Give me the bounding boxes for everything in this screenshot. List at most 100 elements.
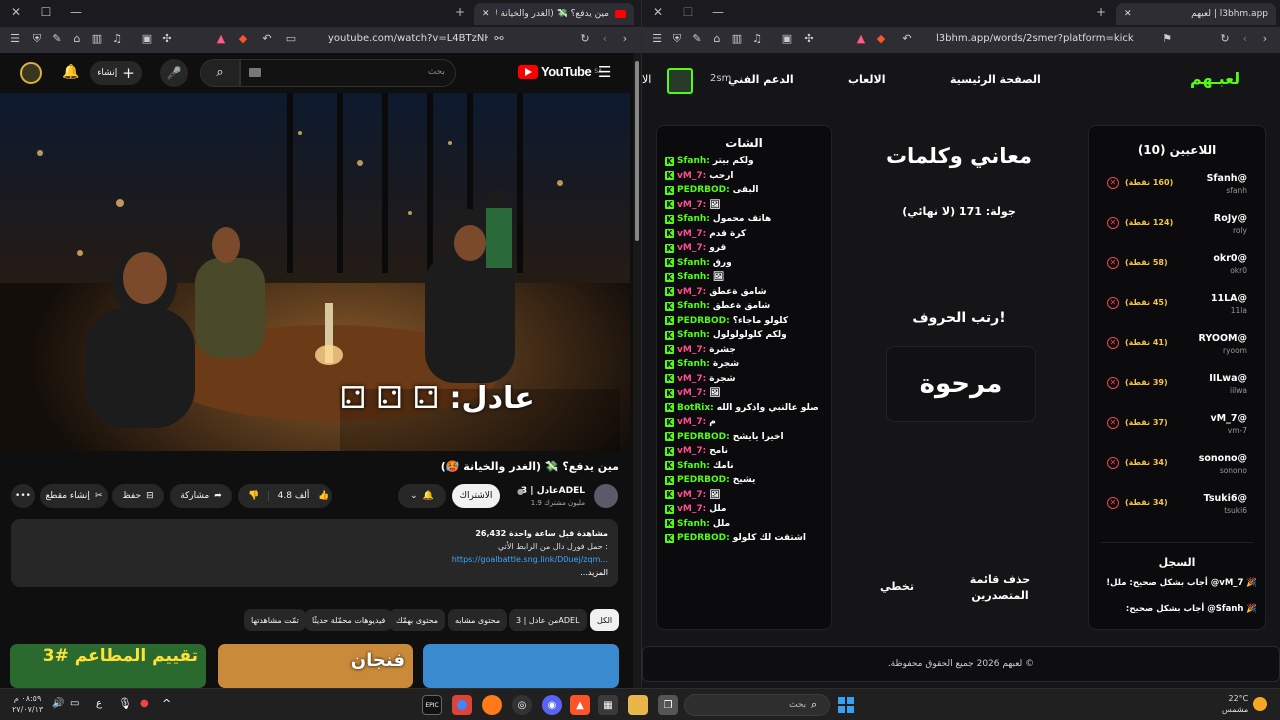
create-button[interactable]: إنشاء + (90, 61, 142, 85)
brave-shield-icon[interactable]: ◆ (236, 32, 250, 46)
chrome-icon[interactable] (452, 695, 472, 715)
chip-similar[interactable]: محتوى مشابه (448, 609, 508, 631)
nav-support[interactable]: الدعم الفني (728, 73, 794, 86)
remove-player-icon[interactable]: ✕ (1107, 377, 1119, 389)
rewards-icon[interactable]: ▲ (854, 32, 868, 46)
chat-username[interactable]: PEDRBOD: (677, 432, 730, 442)
volume-icon[interactable]: 🔊 (52, 698, 64, 709)
new-tab-icon[interactable]: + (452, 5, 468, 19)
maximize-icon[interactable]: ☐ (38, 5, 54, 19)
close-window-icon[interactable]: ✕ (650, 5, 666, 19)
chat-username[interactable]: Sfanh: (677, 258, 710, 268)
chat-username[interactable]: PEDRBOD: (677, 533, 730, 543)
subscribe-button[interactable]: الاشتراك (452, 484, 500, 508)
extension-icon[interactable]: ✎ (50, 32, 64, 46)
sidebar-icon[interactable]: ▥ (730, 32, 744, 46)
wallet-icon[interactable]: ▣ (780, 32, 794, 46)
tab-youtube[interactable]: ✕ مين يدفع؟ 💸 (الغدر والخيانة 🥵 (474, 3, 634, 25)
windows-start-icon[interactable] (836, 695, 856, 715)
channel-avatar-icon[interactable] (20, 62, 42, 84)
chip-from-channel[interactable]: من عادل | 3ADEL (509, 609, 587, 631)
epic-games-icon[interactable]: EPIC (422, 695, 442, 715)
reload-icon[interactable]: ↻ (578, 32, 592, 46)
chat-username[interactable]: PEDRBOD: (677, 475, 730, 485)
bookmark-icon[interactable]: ⌂ (710, 32, 724, 46)
taskbar-search[interactable]: ⌕ بحث (684, 694, 830, 716)
channel-name[interactable]: عادل | 3ADEL (521, 486, 585, 496)
chat-username[interactable]: vM_7: (677, 446, 706, 456)
description-box[interactable]: 26,432 مشاهدة قبل ساعة واحدة حمل فورل دا… (11, 519, 618, 587)
rewards-icon[interactable]: ▲ (214, 32, 228, 46)
chat-username[interactable]: Sfanh: (677, 330, 710, 340)
chat-username[interactable]: Sfanh: (677, 214, 710, 224)
weather-widget[interactable]: 22°C مشمس (1222, 693, 1248, 715)
chat-username[interactable]: Sfanh: (677, 461, 710, 471)
back-icon[interactable]: ‹ (1238, 32, 1252, 46)
clear-leaderboard-button[interactable]: حذف قائمة المتصدرين (960, 572, 1040, 604)
skip-button[interactable]: تخطي (872, 580, 922, 593)
chat-username[interactable]: Sfanh: (677, 272, 710, 282)
chat-username[interactable]: Sfanh: (677, 156, 710, 166)
shield-icon[interactable]: ⛨ (30, 32, 44, 46)
chat-username[interactable]: PEDRBOD: (677, 185, 730, 195)
scrollbar-thumb[interactable] (635, 61, 639, 241)
file-explorer-icon[interactable] (628, 695, 648, 715)
chat-username[interactable]: Sfanh: (677, 519, 710, 529)
share-page-icon[interactable]: ↶ (260, 32, 274, 46)
description-link[interactable]: https://goalbattle.sng.link/D0uej/zqm... (21, 553, 608, 566)
voice-search-button[interactable]: 🎤 (160, 59, 188, 87)
close-window-icon[interactable]: ✕ (8, 5, 24, 19)
chat-username[interactable]: vM_7: (677, 171, 706, 181)
puzzle-icon[interactable]: ✣ (802, 32, 816, 46)
tray-app-icon[interactable]: ● (140, 698, 149, 709)
more-actions-button[interactable]: ••• (11, 484, 35, 508)
maximize-icon[interactable]: ☐ (680, 5, 696, 19)
search-button[interactable]: ⌕ (200, 59, 240, 87)
video-thumbnail[interactable]: فنجان (218, 644, 413, 688)
chat-username[interactable]: vM_7: (677, 200, 706, 210)
chat-username[interactable]: BotRix: (677, 403, 714, 413)
chat-username[interactable]: vM_7: (677, 504, 706, 514)
chat-username[interactable]: vM_7: (677, 417, 706, 427)
remove-player-icon[interactable]: ✕ (1107, 257, 1119, 269)
video-thumbnail[interactable]: تقييم المطاعم #3 (10, 644, 206, 688)
save-button[interactable]: حفظ ⊟ (112, 484, 164, 508)
user-avatar[interactable] (667, 68, 693, 94)
new-tab-icon[interactable]: + (1093, 5, 1109, 19)
chat-username[interactable]: Sfanh: (677, 301, 710, 311)
remove-player-icon[interactable]: ✕ (1107, 177, 1119, 189)
obs-icon[interactable]: ◎ (512, 695, 532, 715)
minimize-icon[interactable]: — (68, 5, 84, 19)
tab-l3bhm[interactable]: ✕ لعبهم | l3bhm.app (1116, 3, 1276, 25)
nav-games[interactable]: الالعاب (848, 73, 886, 86)
minimize-icon[interactable]: — (710, 5, 726, 19)
nav-home[interactable]: الصفحة الرئيسية (950, 73, 1041, 86)
store-icon[interactable]: ▦ (598, 695, 618, 715)
search-input[interactable]: بحث (240, 59, 456, 87)
chat-username[interactable]: vM_7: (677, 490, 706, 500)
chat-username[interactable]: vM_7: (677, 243, 706, 253)
address-bar[interactable]: l3bhm.app/words/2smer?platform=kick (936, 33, 1136, 44)
notifications-icon[interactable]: 🔔 (62, 64, 79, 80)
cast-icon[interactable]: ▭ (284, 32, 298, 46)
music-icon[interactable]: ♫ (110, 32, 124, 46)
address-bar[interactable]: youtube.com/watch?v=L4BTzNHpHmc (328, 33, 488, 44)
video-player[interactable]: عادل: ⚁ ⚁ ⚁ (0, 93, 630, 451)
remove-player-icon[interactable]: ✕ (1107, 337, 1119, 349)
keyboard-icon[interactable] (249, 68, 261, 77)
network-icon[interactable]: ▭ (70, 698, 79, 709)
extension-icon[interactable]: ✎ (690, 32, 704, 46)
puzzle-icon[interactable]: ✣ (160, 32, 174, 46)
forward-icon[interactable]: › (1258, 32, 1272, 46)
discord-icon[interactable]: ◉ (542, 695, 562, 715)
remove-player-icon[interactable]: ✕ (1107, 217, 1119, 229)
brave-shield-icon[interactable]: ◆ (874, 32, 888, 46)
video-thumbnail[interactable] (423, 644, 619, 688)
chip-for-you[interactable]: محتوى بهمّك (389, 609, 446, 631)
notification-bell-button[interactable]: ⌄ 🔔 (398, 484, 446, 508)
remove-player-icon[interactable]: ✕ (1107, 297, 1119, 309)
show-more[interactable]: ...المزيد (21, 566, 608, 579)
chip-all[interactable]: الكل (590, 609, 620, 631)
remove-player-icon[interactable]: ✕ (1107, 417, 1119, 429)
music-icon[interactable]: ♫ (750, 32, 764, 46)
